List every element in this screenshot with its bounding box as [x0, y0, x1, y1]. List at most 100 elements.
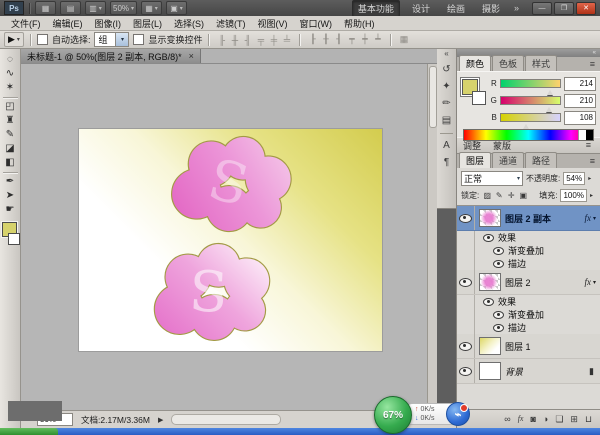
- layer-effect-row[interactable]: 描边: [457, 321, 600, 334]
- clone-source-panel-icon[interactable]: ▤: [442, 116, 451, 126]
- visibility-eye-icon[interactable]: [459, 342, 472, 351]
- visibility-eye-icon[interactable]: [483, 298, 494, 306]
- menu-item-5[interactable]: 选择(S): [168, 16, 210, 31]
- layer-row[interactable]: 图层 2fx▾: [457, 270, 600, 295]
- distribute-icon-3[interactable]: ┨: [332, 34, 345, 45]
- workspace-3[interactable]: 绘画: [442, 1, 470, 16]
- layer-style-badge[interactable]: fx▾: [584, 213, 596, 223]
- layer-effect-row[interactable]: 渐变叠加: [457, 244, 600, 257]
- add-layer-mask-icon[interactable]: ◙: [530, 415, 535, 424]
- distribute-icon-2[interactable]: ╂: [319, 34, 332, 45]
- layer-thumbnail[interactable]: [479, 209, 501, 227]
- distribute-icon-5[interactable]: ┿: [358, 34, 371, 45]
- mini-bridge-icon[interactable]: ▤: [60, 1, 81, 15]
- background-color-swatch[interactable]: [8, 233, 20, 245]
- channel-value-field[interactable]: 214: [564, 77, 596, 91]
- lock-all-icon[interactable]: ▣: [518, 191, 528, 200]
- background-color-swatch[interactable]: [472, 91, 486, 105]
- minimize-button[interactable]: —: [532, 2, 552, 15]
- start-button[interactable]: [0, 428, 58, 435]
- blend-mode-dropdown[interactable]: 正常 ▾: [461, 171, 523, 186]
- new-layer-icon[interactable]: ⊞: [570, 415, 578, 424]
- visibility-eye-icon[interactable]: [493, 311, 504, 319]
- align-icon-5[interactable]: ╪: [267, 35, 280, 45]
- channel-value-field[interactable]: 108: [564, 111, 596, 125]
- fill-spinner-icon[interactable]: ▸: [590, 192, 593, 199]
- panel-menu-icon[interactable]: ≡: [590, 156, 598, 168]
- brush-tool[interactable]: ✎: [2, 129, 19, 141]
- layer-row[interactable]: 背景▮: [457, 359, 600, 384]
- collapse-dock-icon[interactable]: «: [444, 50, 448, 58]
- clone-stamp-tool[interactable]: ♜: [2, 115, 19, 127]
- eraser-tool[interactable]: ◪: [2, 143, 19, 155]
- layer-effect-row[interactable]: 效果: [457, 295, 600, 308]
- menu-item-4[interactable]: 图层(L): [127, 16, 168, 31]
- lock-position-icon[interactable]: ✛: [506, 191, 516, 200]
- status-options-arrow-icon[interactable]: ▶: [158, 416, 163, 424]
- auto-select-checkbox[interactable]: [37, 34, 48, 45]
- pen-tool[interactable]: ✒: [2, 176, 19, 188]
- color-tab-样式[interactable]: 样式: [525, 55, 557, 71]
- layers-tab-图层[interactable]: 图层: [459, 152, 491, 168]
- distribute-icon-6[interactable]: ┷: [371, 34, 384, 45]
- channel-slider[interactable]: [500, 113, 561, 122]
- close-icon[interactable]: ×: [189, 51, 194, 61]
- slider-handle[interactable]: [523, 121, 529, 129]
- zoom-level-dropdown[interactable]: 50%▾: [110, 1, 137, 15]
- black-swatch[interactable]: [586, 130, 593, 140]
- paragraph-panel-icon[interactable]: ¶: [444, 158, 449, 168]
- layer-row[interactable]: 图层 1: [457, 334, 600, 359]
- floating-speed-widget[interactable]: ↑ 0K/s ↓ 0K/s ⌁ 67%: [374, 396, 474, 434]
- character-panel-icon[interactable]: A: [443, 141, 450, 151]
- white-swatch[interactable]: [578, 130, 586, 140]
- workspace-4[interactable]: 摄影: [477, 1, 505, 16]
- screen-mode-icon[interactable]: ▣▾: [166, 1, 187, 15]
- link-layers-icon[interactable]: ∞: [504, 415, 510, 424]
- layer-effect-row[interactable]: 效果: [457, 231, 600, 244]
- history-panel-icon[interactable]: ↺: [442, 65, 450, 75]
- align-icon-4[interactable]: ╤: [254, 35, 267, 45]
- lock-image-pixels-icon[interactable]: ✎: [494, 191, 504, 200]
- menu-item-1[interactable]: 文件(F): [5, 16, 47, 31]
- color-tab-颜色[interactable]: 颜色: [459, 55, 491, 71]
- elliptical-marquee-tool[interactable]: ◌: [2, 54, 19, 66]
- layers-tab-通道[interactable]: 通道: [492, 152, 524, 168]
- visibility-eye-icon[interactable]: [459, 278, 472, 287]
- layer-style-icon[interactable]: fx: [518, 415, 524, 423]
- bridge-icon[interactable]: ▦: [35, 1, 56, 15]
- menu-item-3[interactable]: 图像(I): [89, 16, 128, 31]
- auto-align-layers-icon[interactable]: ▦: [397, 34, 410, 45]
- hand-tool[interactable]: ☛: [2, 204, 19, 216]
- align-icon-6[interactable]: ╧: [280, 35, 293, 45]
- show-transform-controls-checkbox[interactable]: [133, 34, 144, 45]
- panel-menu-icon[interactable]: ≡: [586, 140, 594, 152]
- lasso-tool[interactable]: ∿: [2, 68, 19, 80]
- vertical-scrollbar[interactable]: [427, 64, 437, 410]
- layer-effect-row[interactable]: 渐变叠加: [457, 308, 600, 321]
- channel-slider[interactable]: [500, 96, 561, 105]
- collapse-panels-icon[interactable]: «: [593, 50, 596, 56]
- fill-value[interactable]: 100%: [560, 189, 586, 202]
- layers-tab-路径[interactable]: 路径: [525, 152, 557, 168]
- gradient-tool[interactable]: ◧: [2, 157, 19, 169]
- layer-thumbnail[interactable]: [479, 362, 501, 380]
- opacity-spinner-icon[interactable]: ▸: [588, 175, 591, 182]
- visibility-eye-icon[interactable]: [493, 247, 504, 255]
- slider-handle[interactable]: [547, 87, 553, 95]
- adjustment-layer-icon[interactable]: ◑: [543, 415, 548, 424]
- canvas[interactable]: S S: [78, 128, 383, 352]
- path-selection-tool[interactable]: ➤: [2, 190, 19, 202]
- delete-layer-icon[interactable]: ⊔: [585, 415, 592, 424]
- workspace-2[interactable]: 设计: [407, 1, 435, 16]
- document-tab[interactable]: 未标题-1 @ 50%(图层 2 副本, RGB/8)* ×: [21, 49, 201, 63]
- color-tab-色板[interactable]: 色板: [492, 55, 524, 71]
- move-tool-preset[interactable]: ▶ ▾: [4, 32, 24, 47]
- scrollbar-thumb[interactable]: [429, 66, 437, 128]
- restore-button[interactable]: ❐: [554, 2, 574, 15]
- arrange-documents-icon[interactable]: ▦▾: [141, 1, 162, 15]
- layer-effect-row[interactable]: 描边: [457, 257, 600, 270]
- accelerator-logo-icon[interactable]: ⌁: [446, 402, 470, 426]
- distribute-icon-4[interactable]: ┯: [345, 34, 358, 45]
- visibility-eye-icon[interactable]: [459, 367, 472, 376]
- visibility-eye-icon[interactable]: [459, 214, 472, 223]
